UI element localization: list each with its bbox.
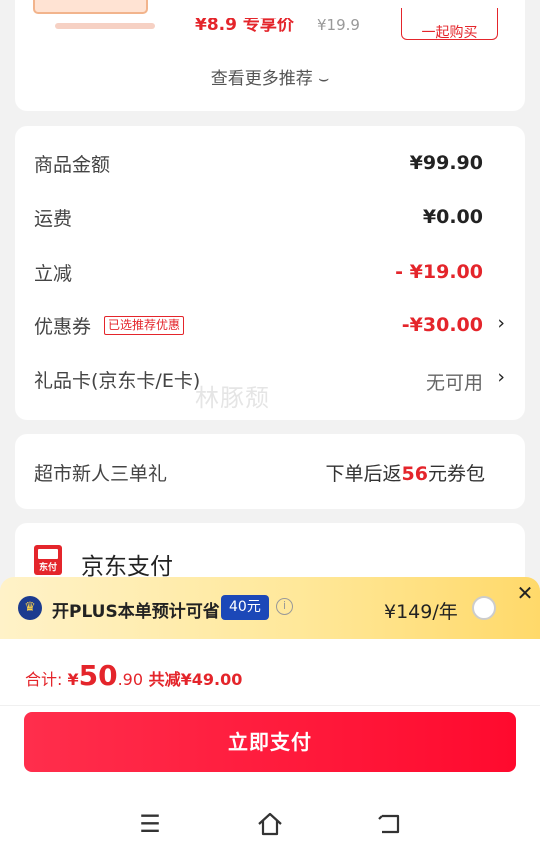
recommend-old-price: ¥19.9 <box>317 18 360 32</box>
home-icon[interactable] <box>256 810 284 838</box>
goods-amount-label: 商品金额 <box>34 154 111 176</box>
payment-label: 京东支付 <box>81 554 173 580</box>
gift-amount: 56 <box>401 463 428 485</box>
chevron-right-icon[interactable]: › <box>497 312 505 334</box>
coupon-label: 优惠券 <box>34 316 92 338</box>
product-thumbnail[interactable] <box>33 0 148 14</box>
total-saved: 共减¥49.00 <box>143 670 243 689</box>
recommend-card: ¥8.9 专享价 ¥19.9 一起购买 查看更多推荐 ⌣ <box>15 0 525 111</box>
more-recommend-link[interactable]: 查看更多推荐 ⌣ <box>15 64 525 89</box>
coupon-value: -¥30.00 <box>401 314 483 336</box>
buy-together-button[interactable]: 一起购买 <box>401 8 498 40</box>
amount-row-shipping: 运费 ¥0.00 <box>34 204 505 234</box>
total-big: 50 <box>78 659 118 692</box>
total-amount: 合计: ¥50.90 共减¥49.00 <box>25 659 243 692</box>
plus-banner[interactable]: ♛ 开PLUS本单预计可省 40元 i ¥149/年 <box>0 577 540 639</box>
menu-icon[interactable]: ☰ <box>136 810 164 838</box>
shipping-label: 运费 <box>34 208 73 230</box>
gift-value: 下单后返56元券包 <box>325 463 485 485</box>
goods-amount-value: ¥99.90 <box>409 152 483 174</box>
product-thumbnail-shadow <box>55 23 155 29</box>
recommend-price: ¥8.9 专享价 <box>195 18 294 32</box>
plus-price: ¥149/年 <box>384 601 458 623</box>
back-icon[interactable] <box>376 810 404 838</box>
close-icon[interactable]: ✕ <box>510 580 540 608</box>
amount-row-goods: 商品金额 ¥99.90 <box>34 150 505 180</box>
divider <box>0 705 540 706</box>
shipping-value: ¥0.00 <box>422 206 483 228</box>
amount-row-coupon[interactable]: 优惠券 已选推荐优惠 -¥30.00 › <box>34 312 505 342</box>
pay-now-button[interactable]: 立即支付 <box>24 712 516 772</box>
amount-row-discount: 立减 - ¥19.00 <box>34 259 505 289</box>
amount-summary-card: 商品金额 ¥99.90 运费 ¥0.00 立减 - ¥19.00 优惠券 已选推… <box>15 126 525 420</box>
total-cents: .90 <box>117 670 144 689</box>
discount-value: - ¥19.00 <box>395 261 483 283</box>
jd-pay-icon: 东付 <box>34 545 62 575</box>
gift-label: 超市新人三单礼 <box>34 463 168 485</box>
watermark: 林豚颓 <box>195 384 270 412</box>
coupon-recommend-tag: 已选推荐优惠 <box>104 316 185 335</box>
plus-select-radio[interactable] <box>472 596 496 620</box>
plus-savings-badge: 40元 <box>221 595 269 620</box>
info-icon[interactable]: i <box>276 598 293 615</box>
new-user-gift-card[interactable]: 超市新人三单礼 下单后返56元券包 <box>15 434 525 509</box>
giftcard-label: 礼品卡(京东卡/E卡) <box>34 370 201 392</box>
giftcard-value: 无可用 <box>425 372 483 394</box>
plus-text: 开PLUS本单预计可省 <box>52 602 220 622</box>
discount-label: 立减 <box>34 263 73 285</box>
crown-icon: ♛ <box>18 596 42 620</box>
chevron-right-icon[interactable]: › <box>497 366 505 388</box>
